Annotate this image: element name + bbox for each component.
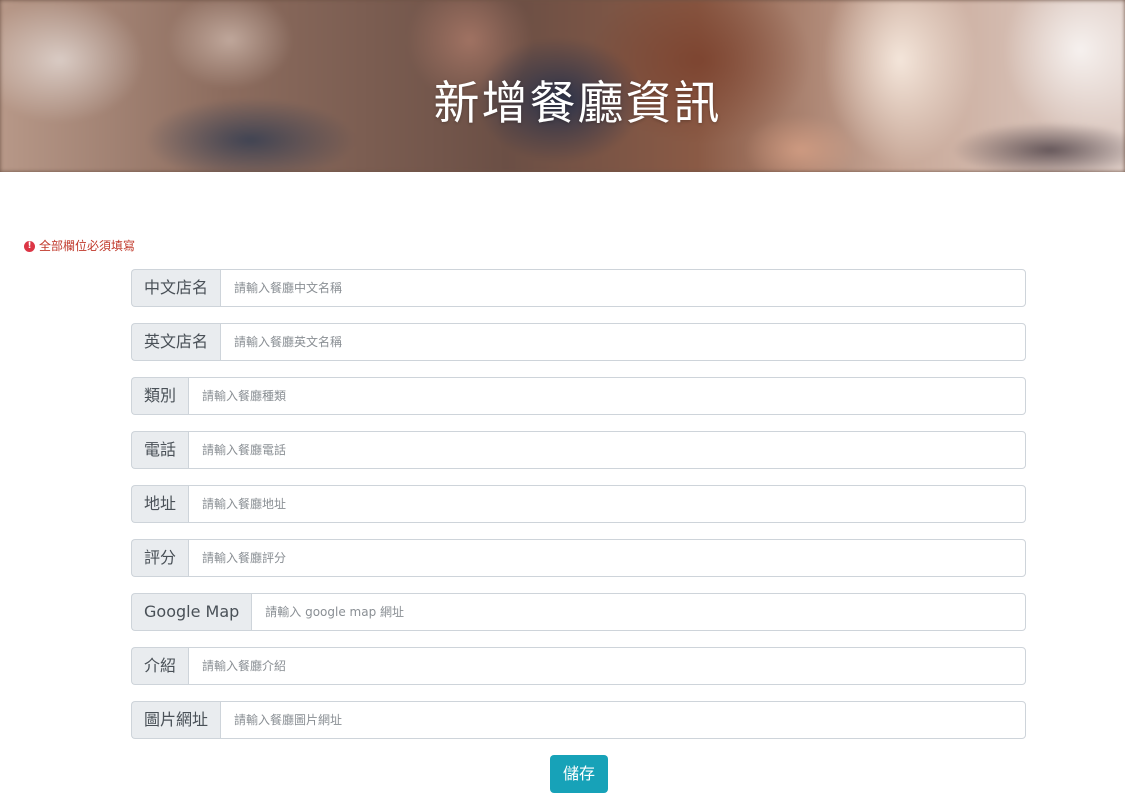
required-notice: ! 全部欄位必須填寫	[24, 238, 135, 254]
page-title: 新增餐廳資訊	[433, 76, 722, 130]
image-url-input[interactable]	[220, 701, 1026, 739]
description-label: 介紹	[131, 647, 189, 685]
hero-banner: 新增餐廳資訊	[0, 0, 1125, 172]
field-row-category: 類別	[131, 377, 1026, 415]
field-row-google-map: Google Map	[131, 593, 1026, 631]
category-label: 類別	[131, 377, 189, 415]
name-en-input[interactable]	[220, 323, 1026, 361]
required-notice-text: 全部欄位必須填寫	[39, 239, 136, 253]
phone-input[interactable]	[188, 431, 1026, 469]
google-map-input[interactable]	[251, 593, 1026, 631]
field-row-description: 介紹	[131, 647, 1026, 685]
rating-input[interactable]	[188, 539, 1026, 577]
description-input[interactable]	[188, 647, 1026, 685]
name-input[interactable]	[220, 269, 1026, 307]
image-url-label: 圖片網址	[131, 701, 221, 739]
field-row-rating: 評分	[131, 539, 1026, 577]
address-input[interactable]	[188, 485, 1026, 523]
save-button[interactable]: 儲存	[550, 755, 608, 793]
field-row-name: 中文店名	[131, 269, 1026, 307]
rating-label: 評分	[131, 539, 189, 577]
address-label: 地址	[131, 485, 189, 523]
category-input[interactable]	[188, 377, 1026, 415]
phone-label: 電話	[131, 431, 189, 469]
name-label: 中文店名	[131, 269, 221, 307]
restaurant-form: 中文店名 英文店名 類別 電話 地址 評分 Google Map 介紹 圖片網址	[131, 269, 1026, 755]
google-map-label: Google Map	[131, 593, 252, 631]
field-row-phone: 電話	[131, 431, 1026, 469]
name-en-label: 英文店名	[131, 323, 221, 361]
field-row-name-en: 英文店名	[131, 323, 1026, 361]
field-row-image-url: 圖片網址	[131, 701, 1026, 739]
field-row-address: 地址	[131, 485, 1026, 523]
exclamation-circle-icon: !	[24, 240, 35, 252]
